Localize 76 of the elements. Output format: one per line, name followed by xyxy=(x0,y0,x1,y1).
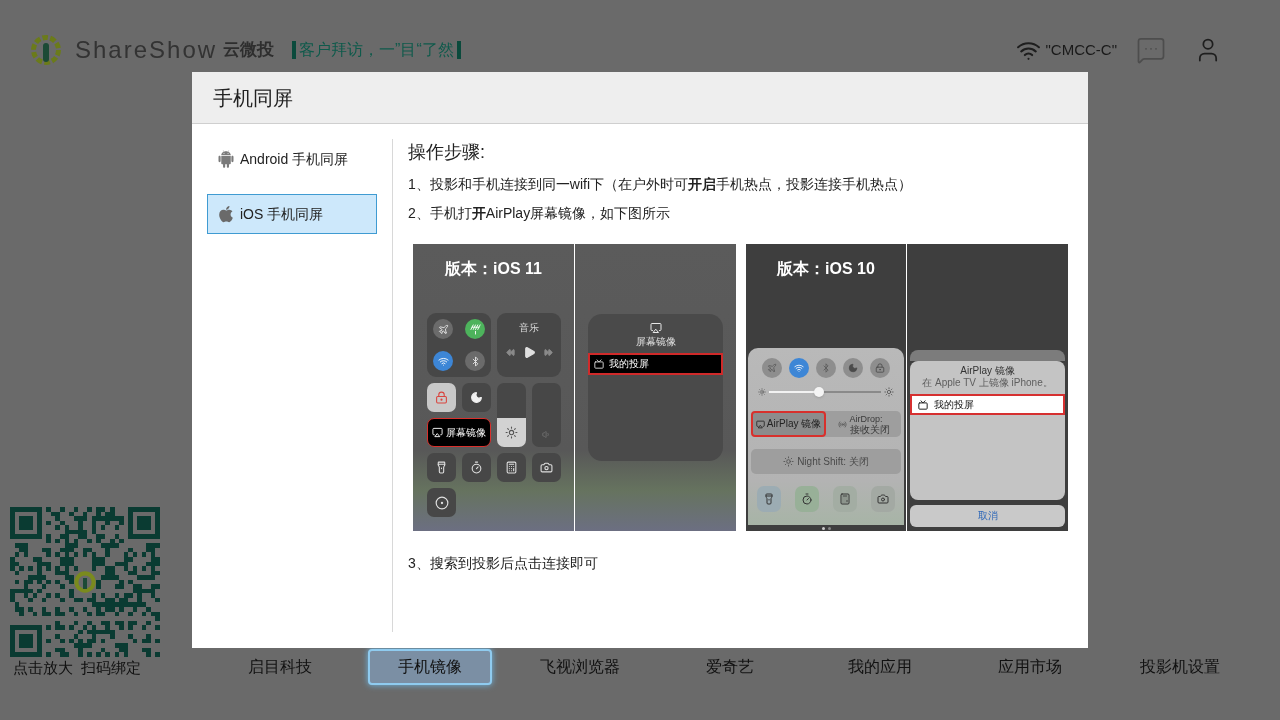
moon-icon xyxy=(462,383,491,412)
step-text: 1、投影和手机连接到同一wifi下（在户外时可开启手机热点，投影连接手机热点） xyxy=(408,175,913,194)
dock-tab[interactable]: 手机镜像 xyxy=(368,649,492,685)
version-title: 版本：iOS 10 xyxy=(777,259,875,279)
airplane-icon xyxy=(433,319,453,339)
wifi-network-name: "CMCC-C" xyxy=(1045,41,1117,59)
bluetooth-icon xyxy=(816,358,836,378)
step-text: 3、搜索到投影后点击连接即可 xyxy=(408,554,599,573)
dialog-subtitle: 在 Apple TV 上镜像 iPhone。 xyxy=(922,377,1053,389)
brand-chinese-name: 云微投 xyxy=(223,39,275,61)
dim-sun-icon xyxy=(758,388,766,396)
qr-code-drawing[interactable] xyxy=(10,507,160,657)
tv-icon xyxy=(918,399,928,410)
airdrop-label: AirDrop: xyxy=(849,413,884,424)
android-robot-icon xyxy=(216,149,236,169)
dock-tab[interactable]: 飞视浏览器 xyxy=(540,657,620,677)
brightness-slider[interactable] xyxy=(497,383,526,447)
step-text: 2、手机打开AirPlay屏幕镜像，如下图所示 xyxy=(408,204,672,223)
airplay-icon xyxy=(432,427,443,438)
rewind-icon xyxy=(505,348,515,357)
logo-icon xyxy=(30,34,62,66)
airdrop-state: 接收关闭 xyxy=(849,423,890,435)
brightness-slider-thumb[interactable] xyxy=(814,387,825,397)
rotation-lock-icon xyxy=(870,358,890,378)
timer-icon xyxy=(462,453,491,482)
version-title: 版本：iOS 11 xyxy=(445,259,542,279)
flashlight-icon xyxy=(427,453,456,482)
slogan: 客户拜访，一”目“了然 xyxy=(292,41,461,59)
speaker-icon xyxy=(542,430,551,439)
apple-icon xyxy=(216,204,236,224)
dock-tab[interactable]: 启目科技 xyxy=(248,657,312,677)
night-shift-button[interactable]: Night Shift: 关闭 xyxy=(751,449,901,474)
message-icon[interactable] xyxy=(1136,35,1166,65)
moon-icon xyxy=(843,358,863,378)
wifi-icon xyxy=(789,358,809,378)
music-label: 音乐 xyxy=(519,322,539,334)
brand-name: ShareShow xyxy=(75,36,218,64)
airplane-icon xyxy=(762,358,782,378)
qr-caption: 点击放大 扫码绑定 xyxy=(12,658,143,678)
antenna-icon xyxy=(465,319,485,339)
camera-icon xyxy=(532,453,561,482)
bright-sun-icon xyxy=(884,387,894,397)
airplay-icon xyxy=(649,322,662,334)
dock-tab[interactable]: 爱奇艺 xyxy=(706,657,754,677)
nav-item[interactable]: iOS 手机同屏 xyxy=(207,194,377,234)
calculator-icon xyxy=(833,486,857,512)
tv-icon xyxy=(594,359,604,369)
cancel-button[interactable]: 取消 xyxy=(910,505,1065,527)
wifi-icon xyxy=(433,351,453,371)
camera-icon xyxy=(871,486,895,512)
dock-tab[interactable]: 我的应用 xyxy=(848,657,912,677)
play-icon xyxy=(522,346,536,359)
flashlight-icon xyxy=(757,486,781,512)
rotation-lock-icon xyxy=(427,383,456,412)
modal-title: 手机同屏 xyxy=(213,85,293,110)
calculator-icon xyxy=(497,453,526,482)
device-row[interactable]: 我的投屏 xyxy=(588,353,723,375)
screen-mirroring-button[interactable]: 屏幕镜像 xyxy=(427,418,491,447)
page-dots-icon xyxy=(821,527,831,530)
signal-arcs-icon xyxy=(837,419,847,429)
menu-title: 屏幕镜像 xyxy=(635,336,676,348)
fast-forward-icon xyxy=(543,348,553,357)
record-icon xyxy=(427,488,456,517)
brightness-slider[interactable] xyxy=(769,387,881,397)
airplay-icon xyxy=(755,419,765,429)
dock-tab[interactable]: 应用市场 xyxy=(998,657,1062,677)
dialog-title: AirPlay 镜像 xyxy=(960,365,1015,377)
timer-icon xyxy=(795,486,819,512)
steps-heading: 操作步骤: xyxy=(408,141,486,164)
device-row[interactable]: 我的投屏 xyxy=(910,394,1065,415)
sun-icon xyxy=(505,425,518,439)
sun-icon xyxy=(783,456,795,467)
nav-item[interactable]: Android 手机同屏 xyxy=(207,139,377,179)
airplay-mirroring-button[interactable]: AirPlay 镜像 xyxy=(751,411,826,437)
dock-tab[interactable]: 投影机设置 xyxy=(1140,657,1220,677)
bluetooth-icon xyxy=(465,351,485,371)
